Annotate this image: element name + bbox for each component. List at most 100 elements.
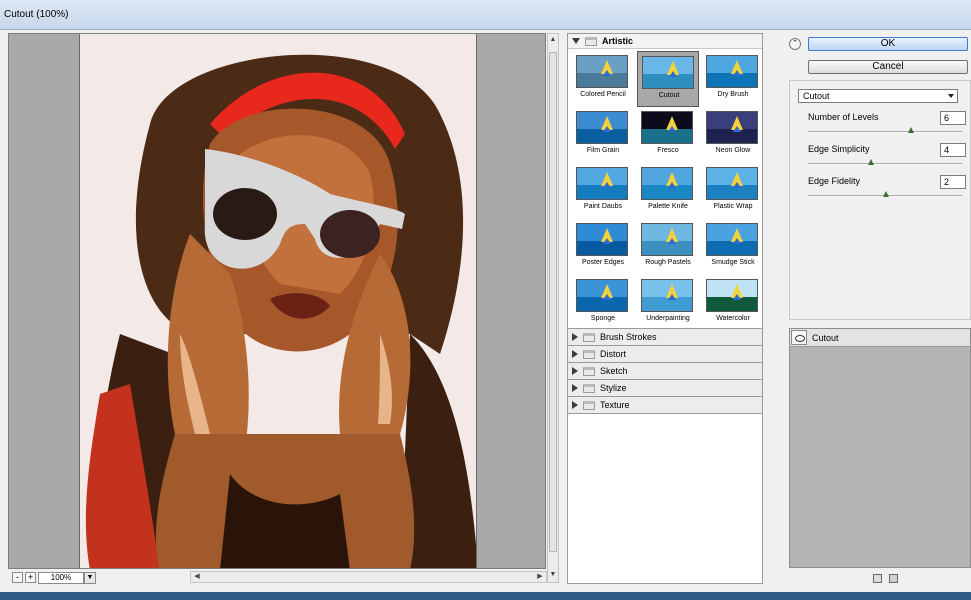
filter-thumbnail-label: Neon Glow <box>715 147 751 154</box>
filter-select[interactable]: Cutout <box>798 89 958 103</box>
filter-preview-image <box>641 223 693 256</box>
folder-icon <box>583 349 595 359</box>
collapse-gallery-icon[interactable]: ⌃ <box>789 38 801 50</box>
filter-thumbnail-label: Colored Pencil <box>580 91 626 98</box>
zoom-in-button[interactable]: + <box>25 572 36 583</box>
preview-horizontal-scrollbar[interactable]: ◀ ▶ <box>190 571 547 583</box>
effect-layers-panel: Cutout <box>789 328 971 568</box>
expanded-triangle-icon <box>572 38 580 44</box>
filter-preview-image <box>576 55 628 88</box>
filter-thumbnail-label: Fresco <box>657 147 679 154</box>
param-value-field[interactable]: 2 <box>940 175 966 189</box>
filter-thumbnail[interactable]: Poster Edges <box>572 219 634 275</box>
ok-button[interactable]: OK <box>808 37 968 51</box>
category-label: Sketch <box>600 366 628 376</box>
zoom-level-field[interactable]: 100% <box>38 572 84 584</box>
filter-preview-image <box>642 56 694 89</box>
category-label: Artistic <box>602 36 634 46</box>
filter-thumbnail[interactable]: Underpainting <box>637 275 699 331</box>
folder-icon <box>583 383 595 393</box>
zoom-controls: - + 100% ▼ <box>8 571 190 585</box>
filter-thumbnail[interactable]: Cutout <box>637 51 699 107</box>
preview-image <box>80 34 476 568</box>
taskbar-strip <box>0 592 971 600</box>
filter-thumbnail-label: Plastic Wrap <box>713 203 753 210</box>
filter-preview-image <box>706 279 758 312</box>
effect-layer[interactable]: Cutout <box>790 329 970 347</box>
category-stylize[interactable]: Stylize <box>568 380 762 397</box>
param-slider-track[interactable] <box>808 163 962 165</box>
chevron-down-icon[interactable]: ▼ <box>84 572 96 584</box>
filter-thumbnail[interactable]: Paint Daubs <box>572 163 634 219</box>
filter-thumbnail[interactable]: Palette Knife <box>637 163 699 219</box>
filter-thumbnail[interactable]: Smudge Stick <box>702 219 764 275</box>
preview-canvas[interactable] <box>79 34 477 568</box>
collapsed-categories: Brush Strokes Distort Sketch Stylize Texture <box>568 329 762 414</box>
category-artistic[interactable]: Artistic <box>568 34 762 49</box>
filter-preview-image <box>706 167 758 200</box>
category-brush-strokes[interactable]: Brush Strokes <box>568 329 762 346</box>
filter-thumbnail-label: Palette Knife <box>648 203 688 210</box>
folder-icon <box>583 366 595 376</box>
collapsed-triangle-icon <box>572 367 578 375</box>
category-label: Distort <box>600 349 627 359</box>
collapsed-triangle-icon <box>572 350 578 358</box>
filter-thumbnail-label: Smudge Stick <box>711 259 755 266</box>
param-slider-knob[interactable] <box>868 159 874 165</box>
filter-thumbnail[interactable]: Fresco <box>637 107 699 163</box>
filter-thumbnail[interactable]: Rough Pastels <box>637 219 699 275</box>
filter-thumbnail-label: Paint Daubs <box>583 203 623 210</box>
delete-effect-layer-icon[interactable] <box>889 574 898 583</box>
filter-thumbnail-label: Dry Brush <box>717 91 749 98</box>
preview-vertical-scrollbar[interactable]: ▲ ▼ <box>547 33 559 583</box>
filter-preview-image <box>706 55 758 88</box>
filter-thumbnail[interactable]: Plastic Wrap <box>702 163 764 219</box>
new-effect-layer-icon[interactable] <box>873 574 882 583</box>
category-label: Stylize <box>600 383 627 393</box>
filter-preview-image <box>576 279 628 312</box>
scroll-up-icon[interactable]: ▲ <box>549 35 557 45</box>
scroll-down-icon[interactable]: ▼ <box>549 570 557 580</box>
scrollbar-thumb[interactable] <box>549 52 557 552</box>
filter-preview-image <box>641 279 693 312</box>
chevron-down-icon <box>948 94 954 98</box>
filter-thumbnail[interactable]: Film Grain <box>572 107 634 163</box>
param-value-field[interactable]: 6 <box>940 111 966 125</box>
filter-thumbnail[interactable]: Colored Pencil <box>572 51 634 107</box>
filter-param: Number of Levels 6 <box>808 111 968 141</box>
category-texture[interactable]: Texture <box>568 397 762 414</box>
param-label: Edge Simplicity <box>808 144 870 154</box>
filter-preview-image <box>706 223 758 256</box>
cancel-button[interactable]: Cancel <box>808 60 968 74</box>
param-label: Edge Fidelity <box>808 176 861 186</box>
folder-icon <box>583 400 595 410</box>
filter-thumbnail-label: Film Grain <box>586 147 620 154</box>
param-slider-knob[interactable] <box>883 191 889 197</box>
filter-thumbnail-label: Underpainting <box>646 315 690 322</box>
title-bar: Cutout (100%) <box>0 0 971 30</box>
filter-thumbnail[interactable]: Dry Brush <box>702 51 764 107</box>
window-title: Cutout (100%) <box>4 9 69 20</box>
preview-area[interactable] <box>8 33 546 569</box>
category-sketch[interactable]: Sketch <box>568 363 762 380</box>
param-value-field[interactable]: 4 <box>940 143 966 157</box>
filter-preview-image <box>641 167 693 200</box>
filter-thumbnail[interactable]: Neon Glow <box>702 107 764 163</box>
filter-preview-image <box>576 111 628 144</box>
zoom-out-button[interactable]: - <box>12 572 23 583</box>
effect-layer-label: Cutout <box>812 333 839 343</box>
param-label: Number of Levels <box>808 112 879 122</box>
scroll-left-icon[interactable]: ◀ <box>192 572 202 582</box>
filter-thumbnail-label: Sponge <box>590 315 616 322</box>
filter-thumbnail-label: Watercolor <box>716 315 750 322</box>
settings-panel: ⌃ OK Cancel Cutout Number of Levels 6 Edge… <box>789 33 971 584</box>
filter-thumbnail[interactable]: Watercolor <box>702 275 764 331</box>
category-distort[interactable]: Distort <box>568 346 762 363</box>
visibility-eye-icon[interactable] <box>791 330 807 345</box>
scroll-right-icon[interactable]: ▶ <box>535 572 545 582</box>
param-slider-track[interactable] <box>808 131 962 133</box>
param-slider-knob[interactable] <box>908 127 914 133</box>
filter-thumbnail-label: Cutout <box>658 92 680 99</box>
filter-thumbnail[interactable]: Sponge <box>572 275 634 331</box>
filter-preview-image <box>706 111 758 144</box>
